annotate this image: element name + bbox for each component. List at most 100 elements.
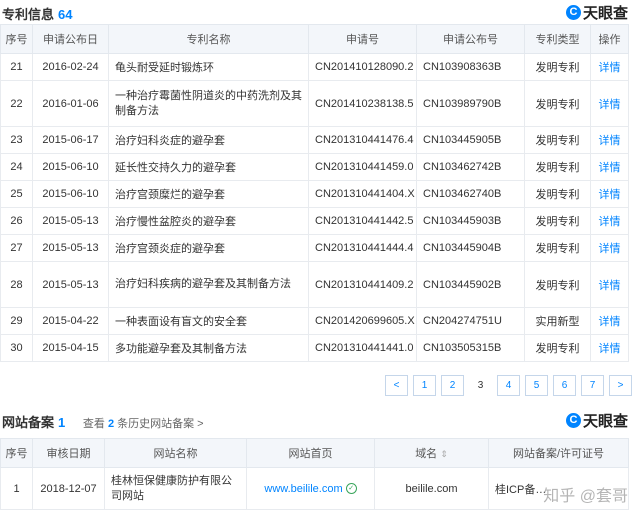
cell-action[interactable]: 详情 bbox=[590, 53, 629, 81]
page-button-4[interactable]: 4 bbox=[497, 375, 520, 396]
page-button-6[interactable]: 6 bbox=[553, 375, 576, 396]
table-row: 26 2015-05-13 治疗慢性盆腔炎的避孕套 CN201310441442.5 C… bbox=[0, 207, 629, 235]
page-next-button[interactable]: > bbox=[609, 375, 632, 396]
cell-pub-no: CN103462740B bbox=[416, 180, 525, 208]
cell-name: 延长性交持久力的避孕套 bbox=[108, 153, 309, 181]
cell-type: 发明专利 bbox=[524, 180, 591, 208]
table-row: 28 2015-05-13 治疗妇科疾病的避孕套及其制备方法 CN2013104414… bbox=[0, 261, 629, 308]
cell-pub-no: CN103445904B bbox=[416, 234, 525, 262]
cell-name: 治疗慢性盆腔炎的避孕套 bbox=[108, 207, 309, 235]
sort-icon[interactable]: ⇕ bbox=[440, 449, 448, 459]
page-button-7[interactable]: 7 bbox=[581, 375, 604, 396]
cell-action[interactable]: 详情 bbox=[590, 180, 629, 208]
cell-no: 29 bbox=[0, 307, 33, 335]
cell-pub-no: CN103462742B bbox=[416, 153, 525, 181]
cell-app-no: CN201310441442.5 bbox=[308, 207, 417, 235]
col-header-pub-no: 申请公布号 bbox=[416, 24, 525, 54]
website-section-header: 网站备案 1 查看 2 条历史网站备案 > C 天眼查 bbox=[0, 408, 640, 432]
cell-date: 2015-05-13 bbox=[32, 261, 109, 308]
cell-app-no: CN201410128090.2 bbox=[308, 53, 417, 81]
cell-name: 治疗妇科炎症的避孕套 bbox=[108, 126, 309, 154]
col-header-app-no: 申请号 bbox=[308, 24, 417, 54]
homepage-link[interactable]: www.beilile.com bbox=[264, 483, 342, 495]
page-prev-button[interactable]: < bbox=[385, 375, 408, 396]
table-row: 22 2016-01-06 一种治疗霉菌性阴道炎的中药洗剂及其制备方法 CN20141… bbox=[0, 80, 629, 127]
cell-name: 治疗宫颈炎症的避孕套 bbox=[108, 234, 309, 262]
cell-app-no: CN201410238138.5 bbox=[308, 80, 417, 127]
cell-app-no: CN201310441444.4 bbox=[308, 234, 417, 262]
cell-no: 24 bbox=[0, 153, 33, 181]
cell-type: 发明专利 bbox=[524, 53, 591, 81]
cell-date: 2015-04-15 bbox=[32, 334, 109, 362]
cell-no: 21 bbox=[0, 53, 33, 81]
page-button-2[interactable]: 2 bbox=[441, 375, 464, 396]
cell-type: 发明专利 bbox=[524, 234, 591, 262]
cell-action[interactable]: 详情 bbox=[590, 126, 629, 154]
col-header-date: 审核日期 bbox=[32, 438, 105, 468]
cell-pub-no: CN103445905B bbox=[416, 126, 525, 154]
col-header-site-name: 网站名称 bbox=[104, 438, 247, 468]
col-header-type: 专利类型 bbox=[524, 24, 591, 54]
table-row: 23 2015-06-17 治疗妇科炎症的避孕套 CN201310441476.4 CN… bbox=[0, 126, 629, 154]
cell-date: 2015-05-13 bbox=[32, 207, 109, 235]
patent-table-header: 序号 申请公布日 专利名称 申请号 申请公布号 专利类型 操作 bbox=[0, 24, 629, 54]
patent-section-title: 专利信息 64 bbox=[2, 4, 72, 23]
cell-action[interactable]: 详情 bbox=[590, 153, 629, 181]
cell-action[interactable]: 详情 bbox=[590, 307, 629, 335]
table-row: 29 2015-04-22 一种表面设有盲文的安全套 CN201420699605.X… bbox=[0, 307, 629, 335]
cell-type: 发明专利 bbox=[524, 261, 591, 308]
cell-date: 2016-01-06 bbox=[32, 80, 109, 127]
cell-date: 2015-04-22 bbox=[32, 307, 109, 335]
history-count: 2 bbox=[107, 418, 115, 430]
cell-pub-no: CN204274751U bbox=[416, 307, 525, 335]
cell-no: 27 bbox=[0, 234, 33, 262]
cell-date: 2015-06-10 bbox=[32, 180, 109, 208]
cell-no: 30 bbox=[0, 334, 33, 362]
table-row: 27 2015-05-13 治疗宫颈炎症的避孕套 CN201310441444.4 CN… bbox=[0, 234, 629, 262]
cell-pub-no: CN103908363B bbox=[416, 53, 525, 81]
cell-name: 龟头耐受延时锻炼环 bbox=[108, 53, 309, 81]
website-table-header: 序号 审核日期 网站名称 网站首页 域名 ⇕ 网站备案/许可证号 bbox=[0, 438, 629, 468]
page-button-5[interactable]: 5 bbox=[525, 375, 548, 396]
cell-date: 2018-12-07 bbox=[32, 467, 105, 510]
cell-no: 28 bbox=[0, 261, 33, 308]
cell-pub-no: CN103989790B bbox=[416, 80, 525, 127]
cell-type: 发明专利 bbox=[524, 207, 591, 235]
cell-type: 发明专利 bbox=[524, 126, 591, 154]
cell-name: 治疗宫颈糜烂的避孕套 bbox=[108, 180, 309, 208]
page-button-1[interactable]: 1 bbox=[413, 375, 436, 396]
col-header-name: 专利名称 bbox=[108, 24, 309, 54]
col-header-license: 网站备案/许可证号 bbox=[488, 438, 629, 468]
cell-type: 实用新型 bbox=[524, 307, 591, 335]
col-header-domain: 域名 ⇕ bbox=[374, 438, 489, 468]
cell-pub-no: CN103445902B bbox=[416, 261, 525, 308]
patent-table: 序号 申请公布日 专利名称 申请号 申请公布号 专利类型 操作 21 2016-0… bbox=[0, 24, 629, 362]
table-row: 30 2015-04-15 多功能避孕套及其制备方法 CN201310441441.0… bbox=[0, 334, 629, 362]
cell-no: 1 bbox=[0, 467, 33, 510]
patent-section-header: 专利信息 64 C 天眼查 bbox=[0, 0, 640, 24]
cell-app-no: CN201310441409.2 bbox=[308, 261, 417, 308]
cell-no: 22 bbox=[0, 80, 33, 127]
cell-date: 2015-05-13 bbox=[32, 234, 109, 262]
page-button-3: 3 bbox=[477, 380, 484, 391]
pagination: < 1 2 3 4 5 6 7 > bbox=[0, 362, 640, 404]
patent-count: 64 bbox=[58, 7, 73, 22]
cell-date: 2015-06-17 bbox=[32, 126, 109, 154]
cell-action[interactable]: 详情 bbox=[590, 334, 629, 362]
cell-action[interactable]: 详情 bbox=[590, 80, 629, 127]
cell-name: 一种治疗霉菌性阴道炎的中药洗剂及其制备方法 bbox=[108, 80, 309, 127]
cell-app-no: CN201310441441.0 bbox=[308, 334, 417, 362]
website-count: 1 bbox=[58, 415, 66, 430]
col-header-no: 序号 bbox=[0, 24, 33, 54]
cell-date: 2016-02-24 bbox=[32, 53, 109, 81]
cell-name: 一种表面设有盲文的安全套 bbox=[108, 307, 309, 335]
logo-text: 天眼查 bbox=[582, 413, 628, 430]
history-link[interactable]: 查看 2 条历史网站备案 > bbox=[83, 418, 204, 430]
cell-action[interactable]: 详情 bbox=[590, 234, 629, 262]
cell-action[interactable]: 详情 bbox=[590, 261, 629, 308]
col-header-homepage: 网站首页 bbox=[246, 438, 375, 468]
cell-type: 发明专利 bbox=[524, 153, 591, 181]
logo-c-icon: C bbox=[565, 413, 581, 428]
cell-action[interactable]: 详情 bbox=[590, 207, 629, 235]
history-prefix: 查看 bbox=[82, 418, 105, 430]
